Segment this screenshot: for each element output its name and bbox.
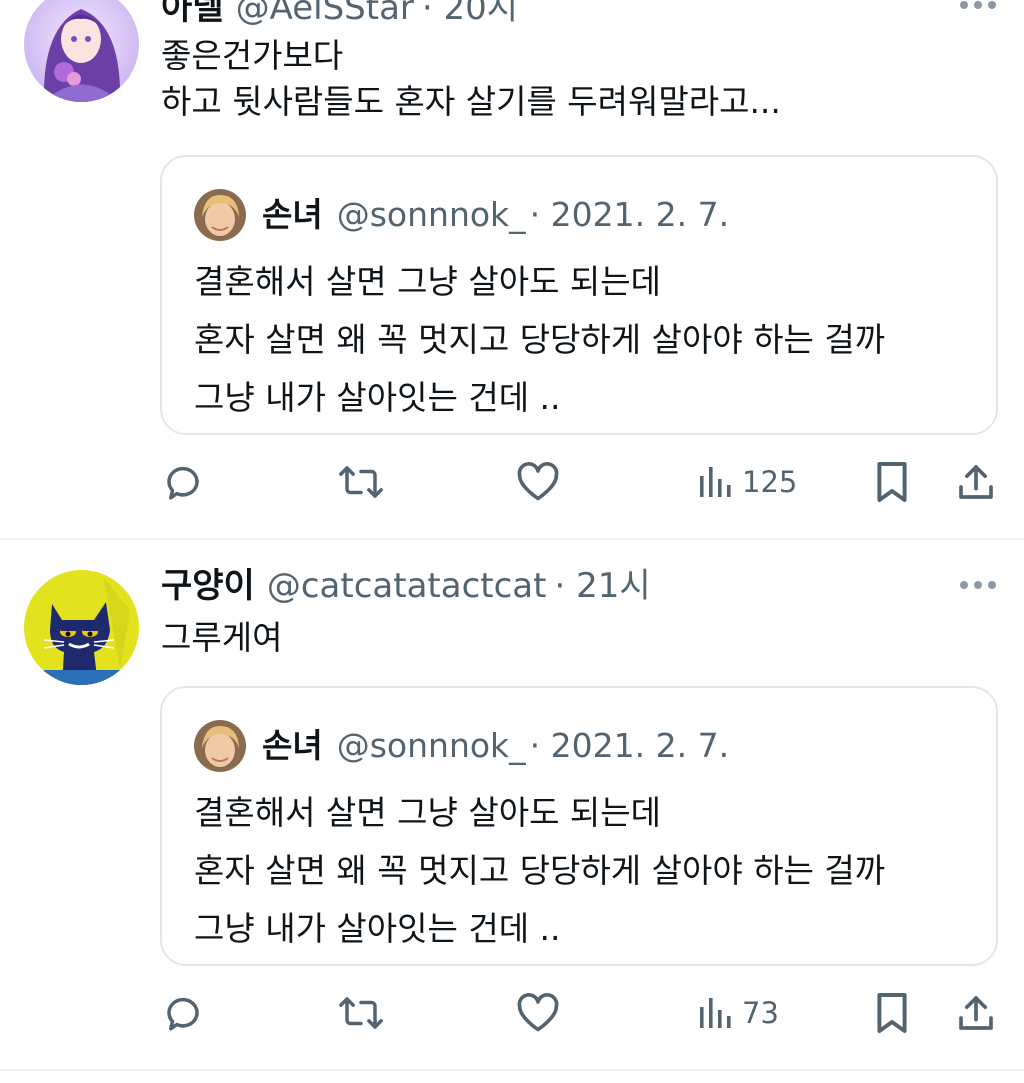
quoted-tweet-header: 손녀 @sonnnok_ · 2021. 2. 7. xyxy=(262,191,729,239)
bookmark-icon xyxy=(877,462,907,502)
display-name: 손녀 xyxy=(262,726,323,765)
retweet-button[interactable] xyxy=(338,457,384,507)
more-icon[interactable] xyxy=(960,580,996,590)
bookmark-button[interactable] xyxy=(874,457,910,507)
reply-icon xyxy=(167,466,199,500)
quoted-tweet-text: 결혼해서 살면 그냥 살아도 되는데 혼자 살면 왜 꼭 멋지고 당당하게 살아… xyxy=(194,262,886,417)
like-icon xyxy=(517,462,559,501)
tweet[interactable]: 아델 @AelSStar · 20시 좋은건가보다 하고 뒷사람들도 혼자 살기… xyxy=(0,0,1024,540)
retweet-button[interactable] xyxy=(338,988,384,1038)
reply-button[interactable] xyxy=(162,457,204,507)
share-button[interactable] xyxy=(956,457,996,507)
tweet-text: 좋은건가보다 하고 뒷사람들도 혼자 살기를 두려워말라고... xyxy=(161,36,781,121)
share-icon xyxy=(959,465,993,499)
timestamp: · 2021. 2. 7. xyxy=(529,195,730,234)
display-name[interactable]: 아델 xyxy=(161,0,224,30)
timestamp[interactable]: · 21시 xyxy=(554,564,650,608)
views-icon xyxy=(700,998,731,1028)
tweet-actions: 125 xyxy=(0,457,1024,507)
handle: @sonnnok_ xyxy=(336,195,526,234)
quoted-tweet[interactable]: 손녀 @sonnnok_ · 2021. 2. 7. 결혼해서 살면 그냥 살아… xyxy=(160,686,998,966)
handle[interactable]: @AelSStar xyxy=(236,0,414,30)
like-button[interactable] xyxy=(516,457,560,507)
reply-button[interactable] xyxy=(162,988,204,1038)
divider xyxy=(0,1069,1024,1071)
tweet-header: 구양이 @catcatatactcat · 21시 xyxy=(161,564,651,608)
views-button[interactable]: 125 xyxy=(696,457,797,507)
reply-icon xyxy=(167,997,199,1031)
like-button[interactable] xyxy=(516,988,560,1038)
bookmark-icon xyxy=(877,993,907,1033)
more-icon[interactable] xyxy=(960,0,996,10)
share-icon xyxy=(959,996,993,1030)
bookmark-button[interactable] xyxy=(874,988,910,1038)
views-count: 73 xyxy=(742,996,779,1030)
share-button[interactable] xyxy=(956,988,996,1038)
quoted-tweet-header: 손녀 @sonnnok_ · 2021. 2. 7. xyxy=(262,722,729,770)
avatar[interactable] xyxy=(24,570,139,685)
avatar[interactable] xyxy=(194,189,246,241)
tweet-text: 그루게여 xyxy=(161,618,283,657)
avatar[interactable] xyxy=(194,720,246,772)
timestamp: · 2021. 2. 7. xyxy=(529,726,730,765)
tweet-actions: 73 xyxy=(0,988,1024,1038)
retweet-icon xyxy=(339,466,383,498)
views-icon xyxy=(700,467,731,497)
views-count: 125 xyxy=(742,465,798,499)
views-button[interactable]: 73 xyxy=(696,988,779,1038)
retweet-icon xyxy=(339,997,383,1029)
quoted-tweet[interactable]: 손녀 @sonnnok_ · 2021. 2. 7. 결혼해서 살면 그냥 살아… xyxy=(160,155,998,435)
avatar[interactable] xyxy=(24,0,139,102)
timestamp[interactable]: · 20시 xyxy=(422,0,518,30)
tweet[interactable]: 구양이 @catcatatactcat · 21시 그루게여 손녀 @sonnn… xyxy=(0,540,1024,1070)
display-name: 손녀 xyxy=(262,195,323,234)
like-icon xyxy=(517,993,559,1032)
handle[interactable]: @catcatatactcat xyxy=(267,564,547,608)
tweet-header: 아델 @AelSStar · 20시 xyxy=(161,0,518,30)
display-name[interactable]: 구양이 xyxy=(161,564,255,608)
handle: @sonnnok_ xyxy=(336,726,526,765)
quoted-tweet-text: 결혼해서 살면 그냥 살아도 되는데 혼자 살면 왜 꼭 멋지고 당당하게 살아… xyxy=(194,793,886,948)
